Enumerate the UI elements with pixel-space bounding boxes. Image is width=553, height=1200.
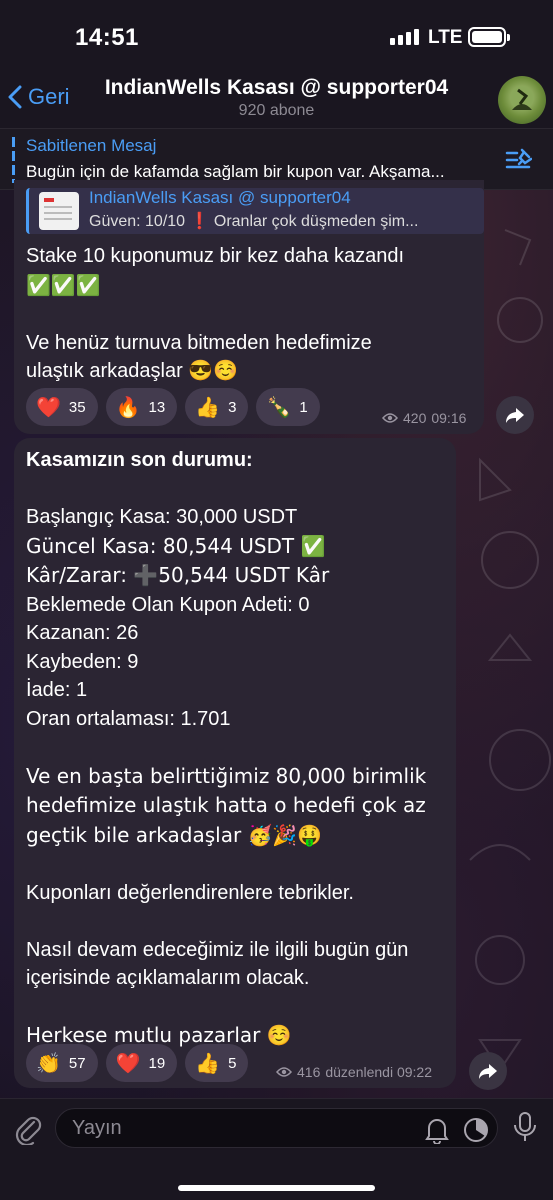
message-line: Stake 10 kuponumuz bir kez daha kazandı [26,245,405,267]
stat-line: Kazanan: 26 [26,622,139,644]
thumbs-up-icon: 👍 [195,1051,221,1075]
message-text: Stake 10 kuponumuz bir kez daha kazandı … [26,242,476,386]
stat-line: Kâr/Zarar: ➕50,544 USDT Kâr [26,563,330,587]
reaction-bar: 👏 57 ❤️ 19 👍 5 [26,1044,249,1082]
reaction-count: 13 [148,398,166,416]
subscriber-count: 920 abone [238,102,315,119]
message-heading: Kasamızın son durumu: [26,449,253,471]
broadcast-input[interactable]: Yayın [55,1108,498,1148]
stat-line: Başlangıç Kasa: 30,000 USDT [26,506,298,528]
status-time: 14:51 [75,24,139,51]
message-edited-time: düzenlendi 09:22 [325,1064,433,1080]
fire-icon: 🔥 [115,395,141,419]
reaction-thumbs-up[interactable]: 👍 3 [185,388,249,426]
reaction-heart[interactable]: ❤️ 35 [26,388,98,426]
pinned-text: Bugün için de kafamda sağlam bir kupon v… [26,162,445,181]
stat-line: İade: 1 [26,679,88,701]
bell-icon[interactable] [424,1116,450,1144]
network-label: LTE [428,27,463,48]
message-meta: 420 09:16 [382,410,466,426]
eye-icon [382,413,398,423]
status-bar: 14:51 LTE [0,0,553,70]
heart-icon: ❤️ [36,395,61,419]
champagne-icon: 🍾 [266,395,292,419]
reply-preview[interactable]: IndianWells Kasası @ supporter04 Güven: … [26,188,484,234]
stat-line: Kaybeden: 9 [26,650,139,673]
input-placeholder: Yayın [72,1117,122,1139]
pinned-title: Sabitlenen Mesaj [26,136,157,155]
chat-header: Geri IndianWells Kasası @ supporter04 92… [0,70,553,128]
reply-text: Güven: 10/10 ❗ Oranlar çok düşmeden şim.… [89,213,419,230]
message-meta: 416 düzenlendi 09:22 [276,1064,432,1080]
home-indicator [178,1185,375,1191]
composer-bar: Yayın [0,1098,553,1200]
signal-icon [390,29,419,45]
reaction-count: 5 [228,1054,237,1072]
reaction-count: 57 [68,1054,86,1072]
attachment-icon[interactable] [14,1113,42,1145]
check-emojis: ✅✅✅ [26,272,101,297]
timer-icon[interactable] [462,1116,490,1144]
message-line: Ve henüz turnuva bitmeden hedefimize [26,331,372,354]
paragraph: Nasıl devam edeceğimiz ile ilgili bugün … [26,938,414,990]
reply-author: IndianWells Kasası @ supporter04 [89,188,351,207]
clap-icon: 👏 [36,1051,61,1075]
message-time: 09:16 [431,410,467,426]
microphone-icon[interactable] [512,1111,538,1143]
forward-icon [506,408,524,423]
stat-line: Oran ortalaması: 1.701 [26,707,231,730]
stat-line: Güncel Kasa: 80,544 USDT ✅ [26,533,326,558]
avatar-image [510,86,534,110]
reply-thumbnail [39,192,79,230]
paragraph: Kuponları değerlendirenlere tebrikler. [26,881,354,904]
message-bubble-2: Kasamızın son durumu: Başlangıç Kasa: 30… [14,438,456,1088]
reaction-count: 19 [148,1054,166,1072]
reaction-count: 3 [228,398,237,416]
eye-icon [276,1067,292,1077]
reaction-count: 1 [299,398,308,416]
share-button[interactable] [469,1052,507,1090]
reaction-thumbs-up[interactable]: 👍 5 [185,1044,249,1082]
reaction-heart[interactable]: ❤️ 19 [105,1044,178,1082]
reaction-bar: ❤️ 35 🔥 13 👍 3 🍾 1 [26,388,320,426]
message-text: Kasamızın son durumu: Başlangıç Kasa: 30… [26,446,456,1051]
message-line: ulaştık arkadaşlar 😎☺️ [26,360,239,382]
reaction-count: 35 [68,398,86,416]
stat-line: Beklemede Olan Kupon Adeti: 0 [26,593,310,616]
reaction-fire[interactable]: 🔥 13 [105,388,178,426]
view-count: 420 [403,410,427,426]
message-bubble-1: IndianWells Kasası @ supporter04 Güven: … [14,180,484,434]
pinned-indicator [12,137,15,183]
heart-icon: ❤️ [115,1051,141,1075]
channel-title[interactable]: IndianWells Kasası @ supporter04 [0,76,553,100]
reaction-clap[interactable]: 👏 57 [26,1044,98,1082]
reaction-champagne[interactable]: 🍾 1 [256,388,320,426]
paragraph: Ve en başta belirttiğimiz 80,000 birimli… [26,763,433,847]
view-count: 416 [297,1064,321,1080]
channel-avatar[interactable] [498,76,546,124]
share-button[interactable] [496,396,534,434]
thumbs-up-icon: 👍 [195,395,221,419]
pin-list-icon[interactable] [504,147,532,173]
battery-icon [468,27,510,47]
forward-icon [479,1064,497,1079]
